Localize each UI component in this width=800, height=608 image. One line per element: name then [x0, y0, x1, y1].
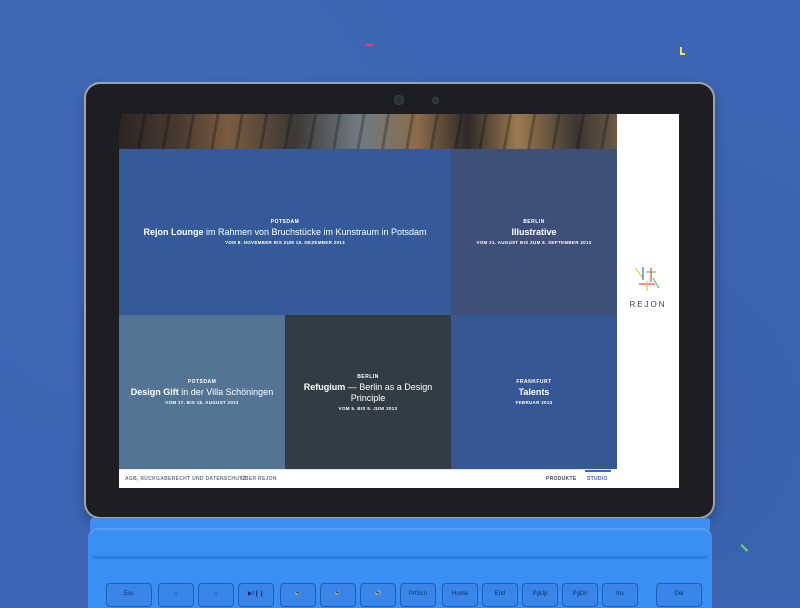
nav-studio[interactable]: STUDIO — [587, 476, 608, 482]
tile-city: POTSDAM — [270, 219, 300, 225]
keyboard-key[interactable]: Del — [656, 583, 702, 607]
hero-photo — [119, 114, 617, 149]
event-tile-talents[interactable]: FRANKFURT Talents FEBRUAR 2013 — [451, 315, 617, 469]
tile-dates: VOM 5. BIS 9. JUNI 2013 — [338, 405, 398, 411]
front-camera — [394, 95, 404, 105]
logo-text[interactable]: REJON — [617, 300, 679, 309]
keyboard-key[interactable]: 🔈 — [280, 583, 316, 607]
tile-city: BERLIN — [523, 219, 545, 225]
event-tile-rejon-lounge[interactable]: POTSDAM Rejon Lounge im Rahmen von Bruch… — [119, 149, 451, 315]
tile-city: POTSDAM — [187, 379, 217, 385]
sidebar: REJON — [617, 114, 679, 488]
keyboard-key[interactable]: PrtScn — [400, 583, 436, 607]
tile-dates: VOM 17. BIS 18. AUGUST 2013 — [165, 400, 239, 405]
keyboard-key[interactable]: Home — [442, 583, 478, 607]
tile-title: Talents — [518, 387, 550, 397]
event-tile-illustrative[interactable]: BERLIN Illustrative VOM 21. AUGUST BIS Z… — [451, 149, 617, 315]
keyboard-key[interactable]: End — [482, 583, 518, 607]
tile-city: FRANKFURT — [516, 379, 552, 385]
website-screen: POTSDAM Rejon Lounge im Rahmen von Bruch… — [119, 114, 679, 488]
confetti-decoration — [366, 44, 373, 46]
keyboard-key[interactable]: Esc — [106, 583, 152, 607]
keyboard-groove — [92, 556, 708, 559]
tile-dates: VOM 21. AUGUST BIS ZUM 8. SEPTEMBER 2013 — [476, 240, 592, 245]
footer-link-about[interactable]: ÜBER REJON — [241, 476, 277, 482]
tile-city: BERLIN — [357, 373, 379, 380]
tile-title: Refugium — Berlin as a Design Principle — [303, 381, 433, 403]
tile-dates: FEBRUAR 2013 — [515, 400, 553, 405]
keyboard-key[interactable]: PgDn — [562, 583, 598, 607]
tablet-device: POTSDAM Rejon Lounge im Rahmen von Bruch… — [86, 84, 713, 517]
tile-title: Illustrative — [511, 227, 557, 237]
footer-link-agb[interactable]: AGB, RÜCKGABERECHT UND DATENSCHUTZ — [125, 476, 246, 482]
keyboard-key[interactable]: ☼ — [158, 583, 194, 607]
tile-dates: VOM 8. NOVEMBER BIS ZUM 15. DEZEMBER 201… — [225, 240, 345, 245]
footer: AGB, RÜCKGABERECHT UND DATENSCHUTZ ÜBER … — [119, 469, 617, 488]
tile-title: Rejon Lounge im Rahmen von Bruchstücke i… — [143, 227, 427, 237]
event-tile-refugium[interactable]: BERLIN Refugium — Berlin as a Design Pri… — [285, 315, 451, 469]
keyboard-key[interactable]: 🔉 — [320, 583, 356, 607]
keyboard-key[interactable]: Ins — [602, 583, 638, 607]
tile-title: Design Gift in der Villa Schöningen — [130, 387, 274, 397]
keyboard-key[interactable]: 🔊 — [360, 583, 396, 607]
sensor — [432, 97, 439, 104]
active-nav-indicator — [585, 470, 611, 472]
keyboard-key[interactable]: PgUp — [522, 583, 558, 607]
nav-produkte[interactable]: PRODUKTE — [546, 476, 576, 482]
keyboard-key[interactable]: ☼ — [198, 583, 234, 607]
keyboard-key[interactable]: ▶/❙❙ — [238, 583, 274, 607]
confetti-decoration — [680, 53, 685, 55]
rejon-logo-icon[interactable] — [630, 264, 662, 294]
event-tile-design-gift[interactable]: POTSDAM Design Gift in der Villa Schönin… — [119, 315, 285, 469]
